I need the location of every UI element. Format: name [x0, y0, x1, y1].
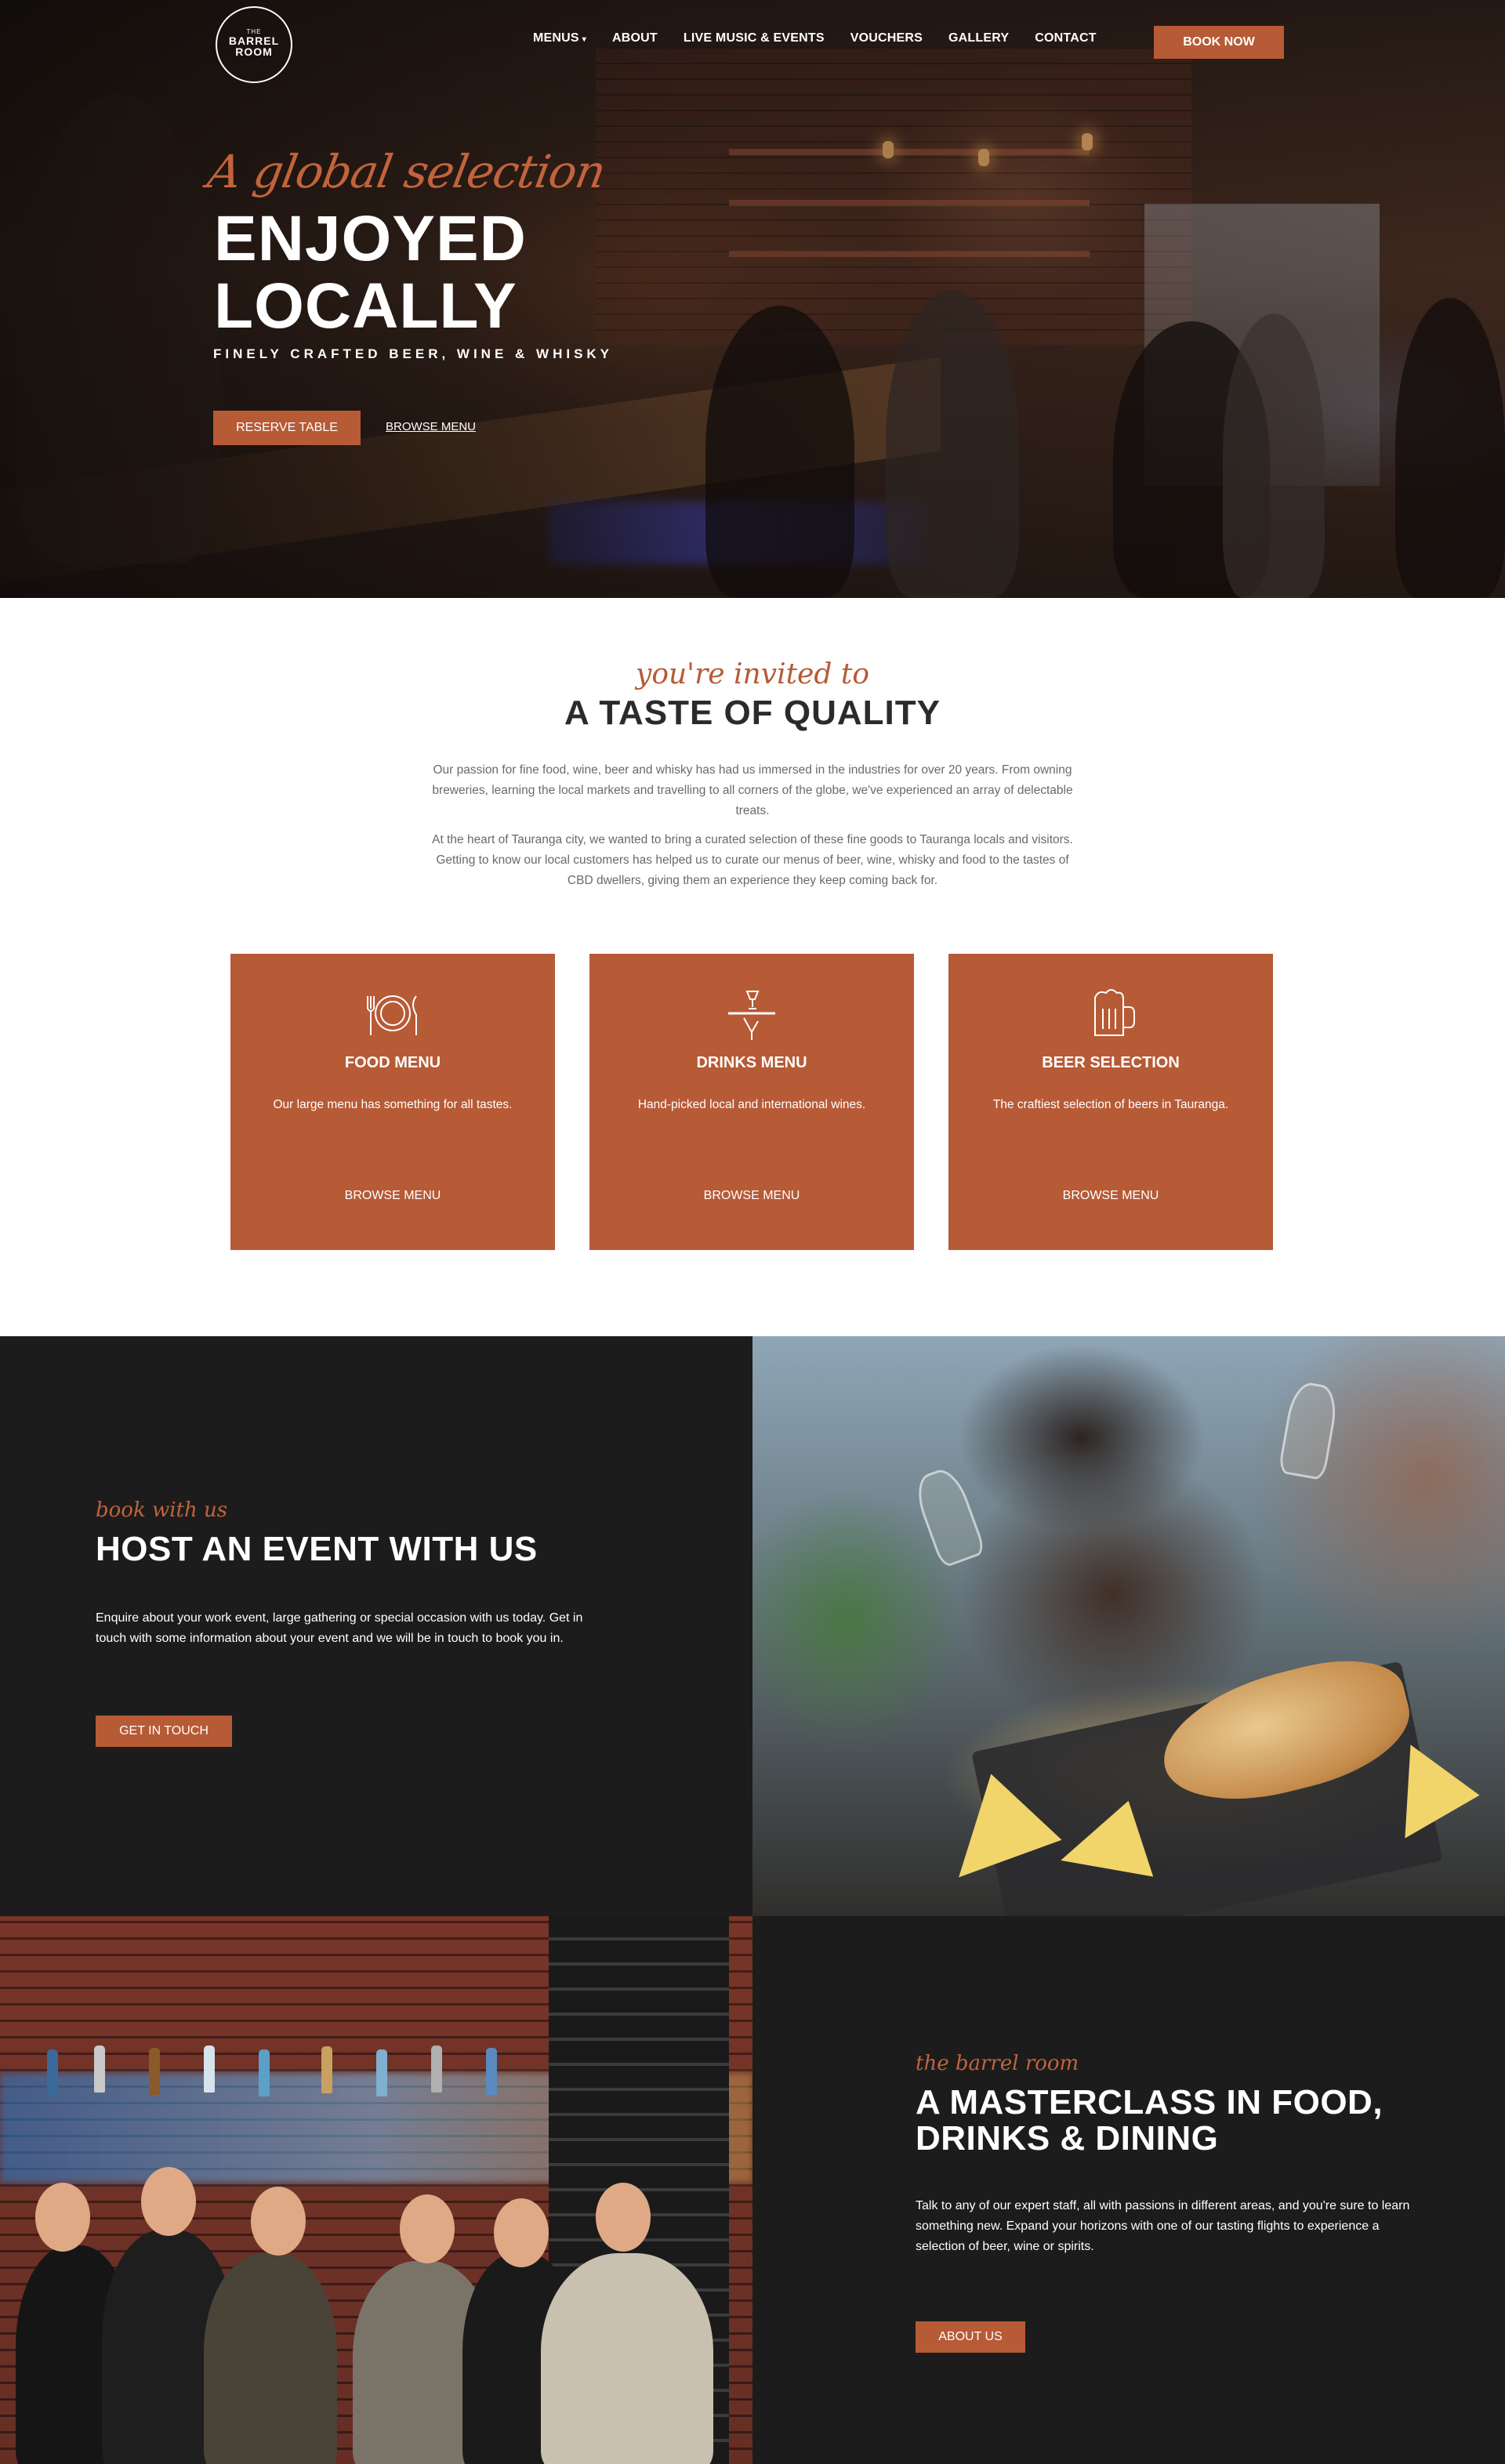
book-now-button[interactable]: BOOK NOW: [1154, 26, 1284, 59]
event-title: HOST AN EVENT WITH US: [96, 1530, 538, 1568]
team-photo-bottle: [94, 2045, 105, 2093]
hero-title-line1: ENJOYED: [214, 203, 527, 274]
beer-selection-browse-link[interactable]: BROWSE MENU: [948, 1189, 1273, 1203]
beer-selection-title: BEER SELECTION: [1042, 1054, 1180, 1071]
drinks-menu-card[interactable]: DRINKS MENU Hand-picked local and intern…: [589, 954, 914, 1250]
team-photo-bottle: [431, 2045, 442, 2093]
quality-script-heading: you're invited to: [635, 658, 869, 690]
beer-mug-icon: [1094, 989, 1135, 1036]
menu-cards: FOOD MENU Our large menu has something f…: [230, 954, 1275, 1250]
nav-contact[interactable]: CONTACT: [1035, 31, 1096, 45]
site-logo[interactable]: THE BARREL ROOM: [216, 6, 292, 83]
food-menu-title: FOOD MENU: [344, 1054, 441, 1071]
event-script-heading: book with us: [96, 1498, 228, 1522]
nav-menus-label: MENUS: [533, 31, 579, 45]
hero-section: THE BARREL ROOM MENUS ▾ ABOUT LIVE MUSIC …: [0, 0, 1505, 598]
waiter-tray-icon: [728, 991, 775, 1040]
food-menu-desc: Our large menu has something for all tas…: [273, 1098, 513, 1111]
quality-title: A TASTE OF QUALITY: [564, 694, 941, 732]
hero-script-heading: A global selection: [204, 145, 610, 198]
logo-barrel: BARREL: [228, 34, 280, 47]
event-paragraph: Enquire about your work event, large gat…: [96, 1611, 583, 1645]
masterclass-script-heading: the barrel room: [916, 2052, 1079, 2075]
team-photo-bottle: [149, 2048, 160, 2095]
drinks-menu-desc: Hand-picked local and international wine…: [637, 1098, 866, 1111]
masterclass-panel: [752, 1916, 1505, 2464]
hero-title-line2: LOCALLY: [214, 270, 517, 342]
masterclass-paragraph: Talk to any of our expert staff, all wit…: [916, 2199, 1410, 2253]
team-photo-bottle: [486, 2048, 497, 2095]
team-member-face: [400, 2194, 455, 2263]
drinks-menu-title: DRINKS MENU: [696, 1054, 807, 1071]
team-photo-bottle: [259, 2049, 270, 2096]
team-member-face: [596, 2183, 651, 2252]
team-photo-bottle: [204, 2045, 215, 2093]
team-member-face: [494, 2198, 549, 2267]
beer-selection-card[interactable]: BEER SELECTION The craftiest selection o…: [948, 954, 1273, 1250]
main-nav: MENUS ▾ ABOUT LIVE MUSIC & EVENTS VOUCHER…: [533, 31, 1122, 45]
nav-gallery[interactable]: GALLERY: [948, 31, 1009, 45]
team-member-face: [35, 2183, 90, 2252]
team-photo-bottle: [47, 2049, 58, 2096]
hero-title: ENJOYED LOCALLY: [214, 205, 527, 340]
food-menu-browse-link[interactable]: BROWSE MENU: [230, 1189, 555, 1203]
masterclass-title: A MASTERCLASS IN FOOD, DRINKS & DINING: [916, 2085, 1464, 2157]
quality-paragraph-2: At the heart of Tauranga city, we wanted…: [432, 833, 1073, 887]
event-photo-glass: [1278, 1379, 1340, 1481]
nav-vouchers[interactable]: VOUCHERS: [850, 31, 923, 45]
masterclass-title-line2: DRINKS & DINING: [916, 2119, 1219, 2158]
quality-paragraph-1: Our passion for fine food, wine, beer an…: [432, 763, 1073, 817]
team-photo-bottle: [321, 2046, 332, 2093]
team-member: [204, 2253, 337, 2464]
masterclass-title-line1: A MASTERCLASS IN FOOD,: [916, 2083, 1384, 2122]
nav-live-music-events[interactable]: LIVE MUSIC & EVENTS: [684, 31, 825, 45]
reserve-table-button[interactable]: RESERVE TABLE: [213, 411, 361, 445]
beer-selection-desc: The craftiest selection of beers in Taur…: [992, 1098, 1229, 1111]
event-photo-glass: [910, 1464, 987, 1569]
team-member-face: [141, 2167, 196, 2236]
team-photo-bottle: [376, 2049, 387, 2096]
about-us-button[interactable]: ABOUT US: [916, 2321, 1025, 2353]
nav-about[interactable]: ABOUT: [612, 31, 658, 45]
team-member: [541, 2253, 713, 2464]
event-photo: [752, 1336, 1505, 1916]
get-in-touch-button[interactable]: GET IN TOUCH: [96, 1716, 232, 1747]
hero-subtitle: FINELY CRAFTED BEER, WINE & WHISKY: [213, 346, 614, 361]
team-member-face: [251, 2187, 306, 2256]
hero-browse-menu-link[interactable]: BROWSE MENU: [386, 420, 476, 433]
chevron-down-icon: ▾: [582, 35, 587, 44]
nav-menus[interactable]: MENUS ▾: [533, 31, 586, 45]
logo-room: ROOM: [235, 45, 273, 58]
plate-cutlery-icon: [367, 995, 417, 1035]
team-photo: [0, 1916, 752, 2464]
drinks-menu-browse-link[interactable]: BROWSE MENU: [589, 1189, 914, 1203]
food-menu-card[interactable]: FOOD MENU Our large menu has something f…: [230, 954, 555, 1250]
